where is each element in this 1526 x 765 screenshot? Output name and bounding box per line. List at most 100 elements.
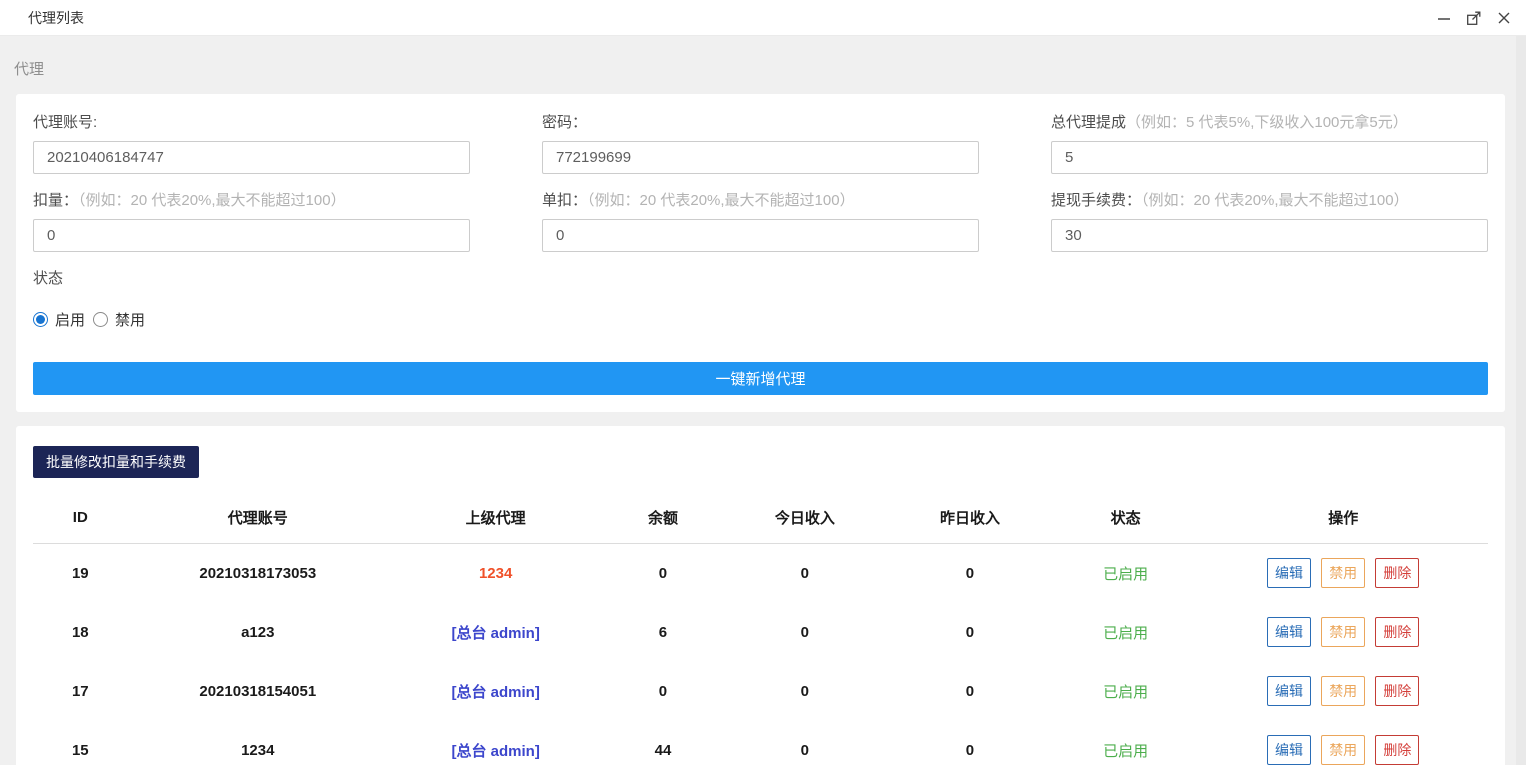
status-badge: 已启用	[1053, 721, 1199, 765]
radio-enable-label: 启用	[55, 309, 85, 330]
single-deduction-label: 单扣：（例如：20 代表20%,最大不能超过100）	[542, 193, 979, 209]
column-header: 余额	[603, 494, 722, 544]
cell-balance: 44	[603, 721, 722, 765]
parent-agent-link[interactable]: [总台 admin]	[388, 662, 603, 721]
cell-id: 17	[33, 662, 128, 721]
agent-table-card: 批量修改扣量和手续费 ID代理账号上级代理余额今日收入昨日收入状态操作 19 2…	[16, 426, 1505, 765]
cell-yesterday-income: 0	[887, 544, 1053, 603]
edit-button[interactable]: 编辑	[1267, 558, 1311, 588]
radio-enable[interactable]: 启用	[33, 309, 85, 330]
close-icon	[1497, 11, 1511, 25]
cell-agent-account: 1234	[128, 721, 388, 765]
general-commission-label: 总代理提成（例如：5 代表5%,下级收入100元拿5元）	[1051, 115, 1488, 131]
field-agent-account: 代理账号:	[33, 115, 470, 174]
general-commission-input[interactable]	[1051, 141, 1488, 174]
cell-agent-account: 20210318154051	[128, 662, 388, 721]
status-badge: 已启用	[1053, 662, 1199, 721]
agent-account-label: 代理账号:	[33, 115, 470, 131]
cell-actions: 编辑 禁用 删除	[1198, 721, 1488, 765]
table-header-row: ID代理账号上级代理余额今日收入昨日收入状态操作	[33, 494, 1488, 544]
disable-button[interactable]: 禁用	[1321, 676, 1365, 706]
radio-disable[interactable]: 禁用	[93, 309, 145, 330]
cell-today-income: 0	[723, 544, 887, 603]
cell-id: 18	[33, 603, 128, 662]
edit-button[interactable]: 编辑	[1267, 617, 1311, 647]
cell-today-income: 0	[723, 721, 887, 765]
password-input[interactable]	[542, 141, 979, 174]
cell-actions: 编辑 禁用 删除	[1198, 544, 1488, 603]
maximize-icon	[1466, 10, 1482, 26]
cell-balance: 0	[603, 544, 722, 603]
delete-button[interactable]: 删除	[1375, 676, 1419, 706]
disable-button[interactable]: 禁用	[1321, 558, 1365, 588]
cell-actions: 编辑 禁用 删除	[1198, 662, 1488, 721]
table-row: 15 1234 [总台 admin] 44 0 0 已启用 编辑 禁用 删除	[33, 721, 1488, 765]
agent-form-card: 代理账号: 密码： 总代理提成（例如：5 代表5%,下级收入100元拿5元） 扣…	[16, 94, 1505, 412]
cell-yesterday-income: 0	[887, 662, 1053, 721]
scrollbar-track[interactable]	[1516, 36, 1526, 765]
cell-agent-account: a123	[128, 603, 388, 662]
withdraw-fee-input[interactable]	[1051, 219, 1488, 252]
edit-button[interactable]: 编辑	[1267, 735, 1311, 765]
window-title: 代理列表	[28, 8, 84, 28]
withdraw-fee-label: 提现手续费：（例如：20 代表20%,最大不能超过100）	[1051, 193, 1488, 209]
disable-button[interactable]: 禁用	[1321, 735, 1365, 765]
delete-button[interactable]: 删除	[1375, 735, 1419, 765]
field-general-commission: 总代理提成（例如：5 代表5%,下级收入100元拿5元）	[1051, 115, 1488, 174]
agent-account-input[interactable]	[33, 141, 470, 174]
status-radio-group: 启用 禁用	[33, 309, 1488, 330]
field-single-deduction: 单扣：（例如：20 代表20%,最大不能超过100）	[542, 193, 979, 252]
column-header: 上级代理	[388, 494, 603, 544]
cell-id: 19	[33, 544, 128, 603]
minimize-icon	[1437, 11, 1451, 25]
table-row: 19 20210318173053 1234 0 0 0 已启用 编辑 禁用 删…	[33, 544, 1488, 603]
disable-button[interactable]: 禁用	[1321, 617, 1365, 647]
column-header: 今日收入	[723, 494, 887, 544]
password-label: 密码：	[542, 115, 979, 131]
parent-agent-link[interactable]: 1234	[388, 544, 603, 603]
status-label: 状态	[33, 271, 1488, 287]
status-badge: 已启用	[1053, 544, 1199, 603]
page-section-title: 代理	[0, 36, 1526, 94]
radio-disable-circle[interactable]	[93, 312, 108, 327]
cell-today-income: 0	[723, 603, 887, 662]
cell-today-income: 0	[723, 662, 887, 721]
parent-agent-link[interactable]: [总台 admin]	[388, 603, 603, 662]
close-button[interactable]	[1492, 6, 1516, 30]
column-header: 昨日收入	[887, 494, 1053, 544]
agent-table: ID代理账号上级代理余额今日收入昨日收入状态操作 19 202103181730…	[33, 494, 1488, 765]
column-header: 操作	[1198, 494, 1488, 544]
table-row: 17 20210318154051 [总台 admin] 0 0 0 已启用 编…	[33, 662, 1488, 721]
field-password: 密码：	[542, 115, 979, 174]
cell-agent-account: 20210318173053	[128, 544, 388, 603]
column-header: ID	[33, 494, 128, 544]
window-titlebar: 代理列表	[0, 0, 1526, 36]
edit-button[interactable]: 编辑	[1267, 676, 1311, 706]
status-badge: 已启用	[1053, 603, 1199, 662]
add-agent-button[interactable]: 一键新增代理	[33, 362, 1488, 395]
deduction-input[interactable]	[33, 219, 470, 252]
minimize-button[interactable]	[1432, 6, 1456, 30]
cell-id: 15	[33, 721, 128, 765]
radio-enable-circle[interactable]	[33, 312, 48, 327]
delete-button[interactable]: 删除	[1375, 558, 1419, 588]
cell-yesterday-income: 0	[887, 721, 1053, 765]
batch-modify-button[interactable]: 批量修改扣量和手续费	[33, 446, 199, 478]
column-header: 状态	[1053, 494, 1199, 544]
cell-yesterday-income: 0	[887, 603, 1053, 662]
cell-balance: 6	[603, 603, 722, 662]
column-header: 代理账号	[128, 494, 388, 544]
deduction-label: 扣量：（例如：20 代表20%,最大不能超过100）	[33, 193, 470, 209]
agent-form: 代理账号: 密码： 总代理提成（例如：5 代表5%,下级收入100元拿5元） 扣…	[33, 115, 1488, 271]
single-deduction-input[interactable]	[542, 219, 979, 252]
delete-button[interactable]: 删除	[1375, 617, 1419, 647]
cell-balance: 0	[603, 662, 722, 721]
maximize-button[interactable]	[1462, 6, 1486, 30]
table-row: 18 a123 [总台 admin] 6 0 0 已启用 编辑 禁用 删除	[33, 603, 1488, 662]
window-controls	[1426, 6, 1516, 30]
cell-actions: 编辑 禁用 删除	[1198, 603, 1488, 662]
radio-disable-label: 禁用	[115, 309, 145, 330]
parent-agent-link[interactable]: [总台 admin]	[388, 721, 603, 765]
field-withdraw-fee: 提现手续费：（例如：20 代表20%,最大不能超过100）	[1051, 193, 1488, 252]
field-deduction: 扣量：（例如：20 代表20%,最大不能超过100）	[33, 193, 470, 252]
